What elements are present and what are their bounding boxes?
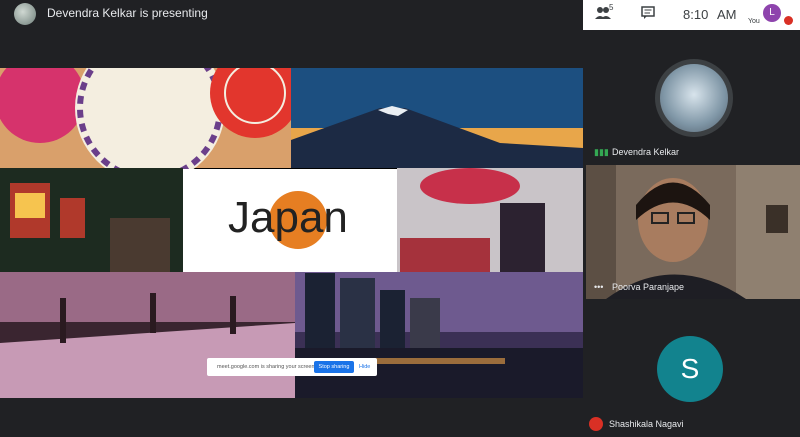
participant-name: Devendra Kelkar [612,147,680,157]
mic-off-icon [589,417,603,431]
clock-ampm: AM [717,7,737,22]
slide-title: Japan [228,193,348,242]
participant-tile[interactable]: ▮▮▮ Devendra Kelkar [586,30,800,164]
presenting-label: Devendra Kelkar is presenting [47,6,208,20]
hide-button[interactable]: Hide [359,364,370,370]
participant-tile[interactable]: ••• Poorva Paranjape [586,165,800,299]
clock-time: 8:10 [683,7,709,22]
shared-screen: Japan [0,68,583,398]
presenter-avatar [14,3,36,25]
participant-avatar: S [657,336,723,402]
self-label: You [748,18,760,25]
people-count: 5 [609,3,614,12]
self-mic-off-icon [784,16,793,25]
more-options-icon[interactable]: ••• [594,282,603,292]
slide-title-card: Japan [183,169,397,272]
speaking-icon: ▮▮▮ [594,147,609,157]
participant-video [586,165,800,299]
meeting-header: 5 8:10 AM L You [583,0,800,30]
participant-avatar [660,64,728,132]
presenter-bar: Devendra Kelkar is presenting [0,0,583,30]
participant-name: Shashikala Nagavi [609,419,684,429]
chat-icon[interactable] [641,6,655,25]
participants-panel: ▮▮▮ Devendra Kelkar ••• Poorva Paranjape… [583,30,800,437]
share-message: meet.google.com is sharing your screen. [217,364,317,370]
screen-share-notice: meet.google.com is sharing your screen. … [207,358,377,376]
self-avatar[interactable]: L [763,4,781,22]
stop-sharing-button[interactable]: Stop sharing [314,361,354,373]
participant-name: Poorva Paranjape [612,282,685,292]
